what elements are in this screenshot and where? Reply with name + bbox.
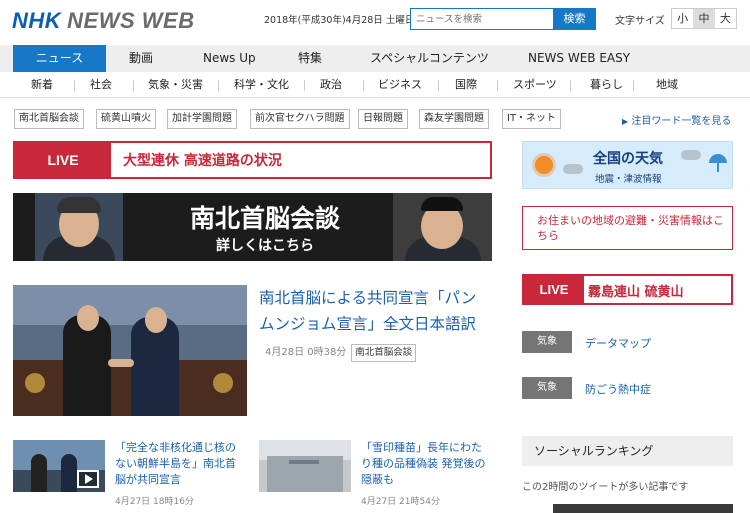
cat-politics[interactable]: 政治 — [320, 72, 342, 98]
sun-icon — [535, 156, 553, 174]
banner-photo-left — [35, 193, 123, 261]
site-logo[interactable]: NHK NEWS WEB — [12, 8, 195, 34]
nav-easy[interactable]: NEWS WEB EASY — [528, 45, 630, 72]
main-article-date: 4月28日 0時38分 — [265, 347, 347, 358]
tags-more-link[interactable]: ▶ 注目ワード一覧を見る — [622, 112, 731, 127]
weather-subtitle: 地震・津波情報 — [595, 174, 662, 185]
cat-business[interactable]: ビジネス — [378, 72, 422, 98]
cat-local[interactable]: 地域 — [656, 72, 678, 98]
topic-tag[interactable]: 加計学園問題 — [167, 109, 237, 129]
font-size-medium[interactable]: 中 — [693, 9, 715, 28]
font-size-label: 文字サイズ — [615, 16, 665, 27]
ranking-thumb[interactable] — [553, 504, 733, 513]
font-size-selector: 小 中 大 — [671, 8, 737, 29]
social-ranking-subtitle: この2時間のツイートが多い記事です — [522, 482, 689, 493]
cat-life[interactable]: 暮らし — [590, 72, 623, 98]
article-thumb[interactable] — [259, 440, 351, 492]
current-date: 2018年(平成30年)4月28日 土曜日 — [264, 15, 415, 26]
search-button[interactable]: 検索 — [553, 8, 596, 30]
weather-title: 全国の天気 — [593, 151, 663, 167]
category-tag: 気象 — [522, 377, 572, 399]
nav-video[interactable]: 動画 — [129, 45, 153, 72]
triangle-right-icon: ▶ — [622, 117, 629, 126]
cloud-icon — [681, 150, 701, 160]
live-badge: LIVE — [15, 143, 111, 177]
topic-tag[interactable]: 前次官セクハラ問題 — [250, 109, 350, 129]
article-headline[interactable]: 「雪印種苗」長年にわたり種の品種偽装 発覚後の隠蔽も — [361, 440, 491, 488]
banner-subtitle: 詳しくはこちら — [216, 238, 314, 254]
article-date: 4月27日 21時54分 — [361, 497, 440, 507]
topic-tag[interactable]: 森友学園問題 — [419, 109, 489, 129]
banner-title: 南北首脳会談 — [189, 204, 340, 233]
social-ranking-header: ソーシャルランキング — [522, 436, 733, 466]
live-banner-side[interactable]: LIVE 霧島連山 硫黄山 — [522, 274, 733, 305]
live-badge: LIVE — [524, 276, 584, 303]
main-nav: ニュース 動画 News Up 特集 スペシャルコンテンツ NEWS WEB E… — [0, 45, 750, 72]
main-article-photo[interactable] — [13, 285, 247, 416]
nav-special[interactable]: スペシャルコンテンツ — [370, 45, 489, 72]
topic-tag[interactable]: 南北首脳会談 — [14, 109, 84, 129]
evacuation-info-link[interactable]: お住まいの地域の避難・災害情報はこちら — [522, 206, 733, 250]
live-banner-main[interactable]: LIVE 大型連休 高速道路の状況 — [13, 141, 492, 179]
cat-latest[interactable]: 新着 — [31, 72, 53, 98]
data-map-link[interactable]: データマップ — [585, 335, 651, 351]
main-article[interactable]: 南北首脳による共同宣言「パンムンジョム宣言」全文日本語訳 4月28日 0時38分… — [259, 285, 489, 366]
video-play-icon — [77, 470, 99, 488]
category-nav: 新着 社会 気象・災害 科学・文化 政治 ビジネス 国際 スポーツ 暮らし 地域 — [0, 72, 750, 98]
logo-nhk: NHK — [12, 8, 62, 33]
cloud-icon — [563, 164, 583, 174]
weather-banner[interactable]: 全国の天気 地震・津波情報 — [522, 141, 733, 189]
topic-tag[interactable]: 日報問題 — [358, 109, 408, 129]
cat-weather[interactable]: 気象・災害 — [148, 72, 203, 98]
font-size-large[interactable]: 大 — [715, 9, 736, 28]
heatstroke-link[interactable]: 防ごう熱中症 — [585, 381, 651, 397]
cat-international[interactable]: 国際 — [455, 72, 477, 98]
cat-society[interactable]: 社会 — [90, 72, 112, 98]
article-headline[interactable]: 「完全な非核化通じ核のない朝鮮半島を」南北首脳が共同宣言 — [115, 440, 245, 488]
main-article-tag[interactable]: 南北首脳会談 — [351, 344, 417, 362]
font-size-small[interactable]: 小 — [672, 9, 693, 28]
umbrella-icon — [709, 154, 727, 163]
banner-photo-right — [393, 193, 492, 261]
live-title: 大型連休 高速道路の状況 — [123, 153, 282, 169]
live-title: 霧島連山 硫黄山 — [588, 285, 684, 300]
cat-sports[interactable]: スポーツ — [513, 72, 557, 98]
article-thumb[interactable] — [13, 440, 105, 492]
category-tag: 気象 — [522, 331, 572, 353]
article-date: 4月27日 18時16分 — [115, 497, 194, 507]
main-article-headline[interactable]: 南北首脳による共同宣言「パンムンジョム宣言」全文日本語訳 — [259, 289, 476, 333]
logo-newsweb: NEWS WEB — [67, 8, 195, 33]
search-input[interactable] — [410, 8, 554, 30]
cat-science[interactable]: 科学・文化 — [234, 72, 289, 98]
nav-news[interactable]: ニュース — [13, 45, 106, 72]
nav-news-up[interactable]: News Up — [203, 45, 256, 72]
nav-features[interactable]: 特集 — [298, 45, 322, 72]
topic-tag[interactable]: IT・ネット — [502, 109, 562, 129]
summit-banner[interactable]: 南北首脳会談 詳しくはこちら — [13, 193, 492, 261]
topic-tag[interactable]: 硫黄山噴火 — [96, 109, 156, 129]
